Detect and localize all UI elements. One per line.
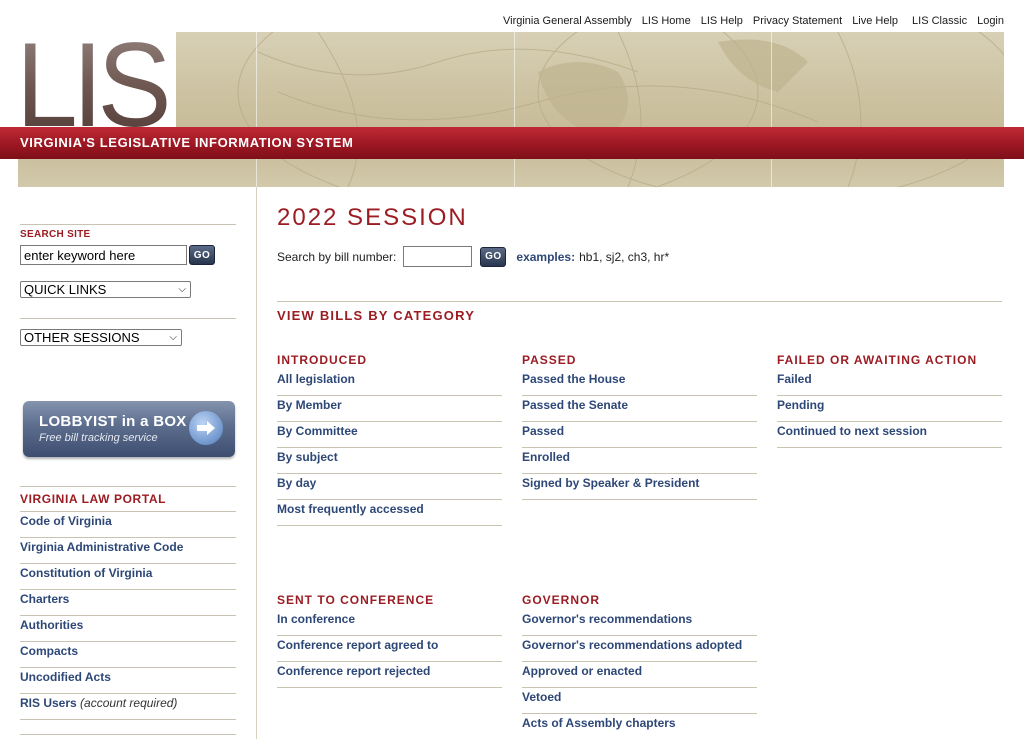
portal-link-charters[interactable]: Charters (20, 590, 236, 616)
category-governor: GOVERNOR Governor's recommendations Gove… (522, 593, 757, 739)
category-title: PASSED (522, 353, 577, 367)
portal-link-ris-users[interactable]: RIS Users (account required) (20, 694, 236, 720)
arrow-right-icon (189, 411, 223, 445)
bill-search: Search by bill number: GO examples: hb1,… (277, 246, 1002, 267)
link-failed[interactable]: Failed (777, 370, 1002, 396)
nav-privacy-statement[interactable]: Privacy Statement (753, 15, 842, 29)
tagline-band: VIRGINIA'S LEGISLATIVE INFORMATION SYSTE… (0, 127, 1024, 159)
link-pending[interactable]: Pending (777, 396, 1002, 422)
link-signed-by-speaker-president[interactable]: Signed by Speaker & President (522, 474, 757, 500)
lobbyist-in-a-box-banner[interactable]: LOBBYIST in a BOX Free bill tracking ser… (23, 401, 235, 457)
site-search-go-button[interactable]: GO (189, 245, 215, 265)
bill-search-label: Search by bill number: (277, 249, 397, 264)
nav-lis-classic[interactable]: LIS Classic (912, 15, 967, 29)
portal-link-code-of-virginia[interactable]: Code of Virginia (20, 512, 236, 538)
nav-login[interactable]: Login (977, 15, 1004, 29)
bill-search-go-button[interactable]: GO (480, 246, 507, 267)
link-enrolled[interactable]: Enrolled (522, 448, 757, 474)
page-title: 2022 SESSION (277, 204, 468, 231)
other-sessions-select[interactable]: OTHER SESSIONS ⌵ (20, 329, 182, 346)
site-search-input[interactable] (20, 245, 187, 265)
category-passed: PASSED Passed the House Passed the Senat… (522, 353, 757, 500)
link-by-day[interactable]: By day (277, 474, 502, 500)
link-conference-report-rejected[interactable]: Conference report rejected (277, 662, 502, 688)
category-introduced: INTRODUCED All legislation By Member By … (277, 353, 502, 526)
portal-link-administrative-code[interactable]: Virginia Administrative Code (20, 538, 236, 564)
link-acts-of-assembly-chapters[interactable]: Acts of Assembly chapters (522, 714, 757, 739)
link-governors-recommendations[interactable]: Governor's recommendations (522, 610, 757, 636)
nav-virginia-general-assembly[interactable]: Virginia General Assembly (503, 15, 632, 29)
portal-link-constitution[interactable]: Constitution of Virginia (20, 564, 236, 590)
nav-lis-home[interactable]: LIS Home (642, 15, 691, 29)
ris-users-note: (account required) (80, 696, 178, 710)
header-banner: LIS (18, 32, 1004, 187)
examples-label: examples: (516, 249, 576, 264)
quick-links-select[interactable]: QUICK LINKS ⌵ (20, 281, 191, 298)
virginia-law-portal: VIRGINIA LAW PORTAL Code of Virginia Vir… (20, 486, 236, 735)
law-portal-title: VIRGINIA LAW PORTAL (20, 492, 167, 506)
svg-text:LIS: LIS (18, 32, 167, 127)
category-failed-or-awaiting: FAILED OR AWAITING ACTION Failed Pending… (777, 353, 1002, 448)
category-sent-to-conference: SENT TO CONFERENCE In conference Confere… (277, 593, 502, 688)
chevron-down-icon: ⌵ (169, 332, 177, 343)
sidebar: SEARCH SITE GO QUICK LINKS ⌵ OTHER SESSI… (20, 224, 236, 735)
main-content: 2022 SESSION Search by bill number: GO e… (277, 204, 1002, 730)
site-tagline: VIRGINIA'S LEGISLATIVE INFORMATION SYSTE… (20, 135, 354, 150)
bill-number-input[interactable] (403, 246, 473, 267)
category-title: FAILED OR AWAITING ACTION (777, 353, 978, 367)
category-title: INTRODUCED (277, 353, 367, 367)
view-bills-by-category-heading: VIEW BILLS BY CATEGORY (277, 308, 476, 323)
link-all-legislation[interactable]: All legislation (277, 370, 502, 396)
link-most-frequently-accessed[interactable]: Most frequently accessed (277, 500, 502, 526)
link-in-conference[interactable]: In conference (277, 610, 502, 636)
link-by-member[interactable]: By Member (277, 396, 502, 422)
examples-text: hb1, sj2, ch3, hr* (579, 249, 670, 264)
link-passed[interactable]: Passed (522, 422, 757, 448)
lis-logo[interactable]: LIS (18, 32, 176, 127)
top-nav: Virginia General Assembly LIS Home LIS H… (493, 15, 1004, 29)
portal-link-authorities[interactable]: Authorities (20, 616, 236, 642)
link-conference-report-agreed[interactable]: Conference report agreed to (277, 636, 502, 662)
portal-link-compacts[interactable]: Compacts (20, 642, 236, 668)
link-vetoed[interactable]: Vetoed (522, 688, 757, 714)
link-approved-or-enacted[interactable]: Approved or enacted (522, 662, 757, 688)
search-site-label: SEARCH SITE (20, 229, 91, 240)
nav-lis-help[interactable]: LIS Help (701, 15, 743, 29)
link-by-committee[interactable]: By Committee (277, 422, 502, 448)
sidebar-divider (256, 187, 257, 739)
chevron-down-icon: ⌵ (178, 284, 186, 295)
link-passed-the-senate[interactable]: Passed the Senate (522, 396, 757, 422)
link-continued-to-next-session[interactable]: Continued to next session (777, 422, 1002, 448)
nav-live-help[interactable]: Live Help (852, 15, 898, 29)
portal-link-uncodified-acts[interactable]: Uncodified Acts (20, 668, 236, 694)
category-title: GOVERNOR (522, 593, 601, 607)
category-title: SENT TO CONFERENCE (277, 593, 435, 607)
link-by-subject[interactable]: By subject (277, 448, 502, 474)
link-governors-recommendations-adopted[interactable]: Governor's recommendations adopted (522, 636, 757, 662)
link-passed-the-house[interactable]: Passed the House (522, 370, 757, 396)
